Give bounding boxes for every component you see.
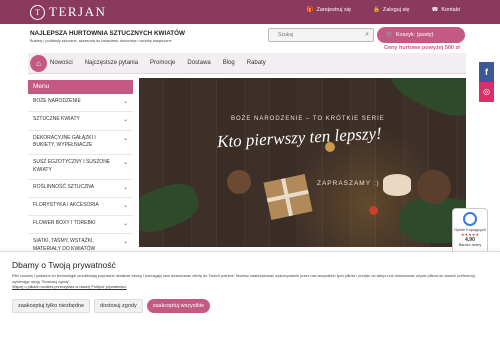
cookie-text: Pliki cookies i podobne im technologie u… — [12, 274, 477, 290]
cart-icon: 🛒 — [386, 32, 393, 38]
chevron-down-icon: ⌄ — [122, 184, 128, 191]
main-nav: ⌂ Nowości Najczęstsze pytania Promocje D… — [28, 53, 466, 74]
cart-button[interactable]: 🛒 Koszyk: (pusty) — [377, 27, 465, 43]
hero-small-heading: BOŻE NARODZENIE – TO KRÓTKIE SERIE — [231, 116, 385, 122]
nav-item-faq[interactable]: Najczęstsze pytania — [85, 60, 138, 66]
logo-mark: T — [30, 4, 45, 20]
ceneo-logo-icon — [463, 212, 477, 226]
sidebar-title: Menu — [28, 80, 133, 94]
logo[interactable]: T TERJAN — [30, 4, 106, 20]
chevron-down-icon: ⌄ — [122, 135, 128, 142]
hero-banner[interactable]: BOŻE NARODZENIE – TO KRÓTKIE SERIE Kto p… — [139, 78, 466, 247]
nav-item-promotions[interactable]: Promocje — [150, 60, 175, 66]
customize-consent-button[interactable]: dostosuj zgody — [94, 299, 143, 313]
facebook-icon[interactable]: f — [479, 62, 494, 82]
chevron-down-icon: ⌄ — [122, 239, 128, 246]
phone-icon: ☎ — [431, 7, 439, 13]
social-links: f ◎ — [479, 62, 494, 102]
sidebar-item[interactable]: SZTUCZNE KWIATY ⌄ — [28, 112, 133, 131]
chevron-down-icon: ⌄ — [122, 160, 128, 167]
sidebar-item[interactable]: FLORYSTYKA I AKCESORIA ⌄ — [28, 198, 133, 217]
sidebar-item[interactable]: SUSZ EGZOTYCZNY I SUSZONE KWIATY ⌄ — [28, 155, 133, 180]
sidebar-item[interactable]: BOŻE NARODZENIE ⌄ — [28, 94, 133, 113]
chevron-down-icon: ⌄ — [122, 99, 128, 105]
cookie-title: Dbamy o Twoją prywatność — [12, 260, 116, 270]
instagram-icon[interactable]: ◎ — [479, 82, 494, 102]
berry-decoration — [369, 206, 378, 215]
gift-icon: 🎁 — [306, 7, 314, 13]
pinecone-decoration — [417, 170, 451, 204]
nav-item-delivery[interactable]: Dostawa — [187, 60, 210, 66]
store-tagline: NAJLEPSZA HURTOWNIA SZTUCZNYCH KWIATÓW — [30, 30, 185, 37]
lock-icon: 🔒 — [373, 7, 380, 13]
sidebar-item[interactable]: ROŚLINNOŚĆ SZTUCZNA ⌄ — [28, 180, 133, 198]
logo-word: TERJAN — [49, 4, 107, 19]
nav-item-discounts[interactable]: Rabaty — [247, 60, 266, 66]
accept-necessary-button[interactable]: zaakceptuj tylko niezbędne — [12, 299, 91, 313]
cookie-consent-banner: Dbamy o Twoją prywatność Pliki cookies i… — [0, 251, 500, 348]
cart-label: Koszyk: (pusty) — [395, 32, 434, 38]
sidebar-item[interactable]: DEKORACYJNE GAŁĄZKI I BUKIETY, WYPEŁNIAC… — [28, 131, 133, 156]
fir-branch-decoration — [383, 78, 466, 125]
register-link[interactable]: 🎁 Zarejestruj się — [307, 7, 351, 13]
chevron-down-icon: ⌄ — [122, 221, 128, 228]
home-icon[interactable]: ⌂ — [30, 55, 47, 72]
rating-verdict: Bardzo dobry — [458, 243, 482, 247]
accept-all-button[interactable]: zaakceptuj wszystkie — [146, 299, 211, 313]
chevron-down-icon: ⌄ — [122, 117, 128, 124]
hero-script-heading: Kto pierwszy ten lepszy! — [216, 123, 383, 152]
contact-link[interactable]: ☎ Kontakt — [431, 7, 460, 13]
privacy-policy-link[interactable]: Więcej o plikach cookies przeczytasz w n… — [12, 285, 127, 289]
nav-item-new[interactable]: Nowości — [50, 60, 73, 66]
fir-branch-decoration — [139, 177, 204, 239]
store-subtagline: Bukiety i podkłady sztuczne, akcesoria d… — [30, 39, 172, 43]
hero-invite: ZAPRASZAMY :) — [317, 180, 380, 187]
wholesale-threshold: Ceny hurtowe powyżej 500 zł — [384, 45, 460, 51]
category-sidebar: Menu BOŻE NARODZENIE ⌄ SZTUCZNE KWIATY ⌄ D… — [28, 80, 133, 259]
pinecone-decoration — [227, 170, 251, 194]
candle-image — [383, 174, 411, 196]
nav-item-blog[interactable]: Blog — [223, 60, 235, 66]
chevron-down-icon: ⌄ — [122, 202, 128, 209]
login-link[interactable]: 🔒 Zaloguj się — [373, 7, 409, 13]
search-input[interactable] — [269, 29, 349, 41]
account-links: 🎁 Zarejestruj się 🔒 Zaloguj się ☎ Kontakt — [307, 7, 460, 13]
search-icon[interactable]: ⌕ — [365, 31, 369, 39]
sidebar-item[interactable]: FLOWER BOXY I TOREBKI ⌄ — [28, 216, 133, 235]
search-box: ⌕ — [268, 28, 374, 42]
gift-box-image — [263, 174, 313, 220]
